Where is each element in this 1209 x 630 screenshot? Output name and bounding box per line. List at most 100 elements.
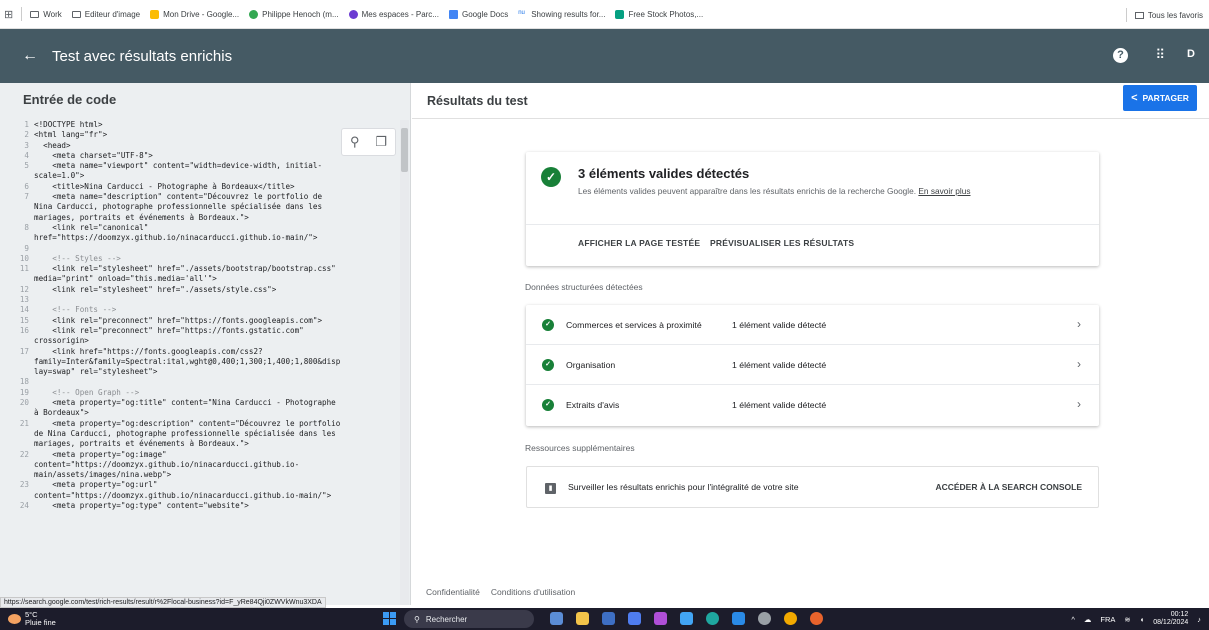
search-console-button[interactable]: ACCÉDER À LA SEARCH CONSOLE — [935, 482, 1082, 492]
line-number: 20 — [19, 398, 29, 408]
item-status: 1 élément valide détecté — [732, 360, 827, 370]
store-icon[interactable] — [602, 612, 615, 625]
app-icon[interactable] — [654, 612, 667, 625]
apps-grid-icon[interactable]: ⠿ — [1155, 47, 1165, 63]
vscode-icon[interactable] — [732, 612, 745, 625]
code-line: Nina Carducci, photographe professionnel… — [0, 202, 400, 212]
privacy-link[interactable]: Confidentialité — [426, 587, 480, 597]
code-line: 17 <link href="https://fonts.googleapis.… — [0, 347, 400, 357]
bookmark-image-editor[interactable]: Editeur d'image — [71, 10, 140, 19]
copy-icon[interactable]: ❐ — [375, 134, 387, 150]
status-url: https://search.google.com/test/rich-resu… — [0, 597, 326, 608]
help-icon[interactable]: ? — [1113, 48, 1128, 63]
notification-bell-icon[interactable]: ♪ — [1197, 615, 1201, 624]
bookmark-showing[interactable]: nu Showing results for... — [518, 10, 605, 19]
apps-grid-icon[interactable]: ⊞ — [4, 8, 13, 21]
item-name: Organisation — [566, 360, 616, 370]
code-editor[interactable]: 1 <!DOCTYPE html> 2 <html lang="fr"> 3 <head… — [0, 120, 400, 605]
weather-widget[interactable]: 5°C Pluie fine — [8, 611, 56, 627]
windows-start-icon[interactable] — [383, 612, 396, 625]
line-number: 19 — [19, 387, 29, 397]
code-text: <head> — [34, 140, 71, 150]
volume-icon[interactable]: ◖ — [1140, 615, 1145, 624]
clock[interactable]: 00:12 08/12/2024 — [1153, 611, 1188, 627]
item-status: 1 élément valide détecté — [732, 400, 827, 410]
code-line: 5 <meta name="viewport" content="width=d… — [0, 161, 400, 171]
code-text: <!DOCTYPE html> — [34, 120, 103, 129]
app-icon[interactable] — [628, 612, 641, 625]
code-line: 22 <meta property="og:image" — [0, 450, 400, 460]
back-arrow-icon[interactable]: ← — [22, 47, 42, 65]
line-number — [0, 429, 34, 439]
chevron-right-icon: › — [1077, 317, 1081, 331]
line-number — [0, 460, 34, 470]
taskbar-search[interactable]: ⚲ Rechercher — [404, 610, 534, 628]
line-number: 23 — [19, 480, 29, 490]
preview-results-button[interactable]: PRÉVISUALISER LES RÉSULTATS — [710, 238, 854, 248]
bookmark-docs[interactable]: Google Docs — [448, 9, 508, 19]
code-line: media="print" onload="this.media='all'"> — [0, 274, 400, 284]
share-icon: < — [1131, 92, 1138, 104]
wifi-icon[interactable]: ≋ — [1124, 615, 1130, 624]
chevron-up-icon[interactable]: ^ — [1071, 615, 1075, 624]
drive-icon — [150, 9, 160, 19]
bookmarks-bar: ⊞ Work Editeur d'image Mon Drive - Googl… — [0, 0, 1209, 29]
code-text: crossorigin> — [34, 336, 89, 346]
line-number: 15 — [19, 315, 29, 325]
settings-icon[interactable] — [758, 612, 771, 625]
code-line: 8 <link rel="canonical" — [0, 223, 400, 233]
code-line: 23 <meta property="og:url" — [0, 480, 400, 490]
firefox-icon[interactable] — [810, 612, 823, 625]
panel-title: Entrée de code — [23, 92, 117, 107]
list-item[interactable]: ✓ Organisation 1 élément valide détecté … — [526, 345, 1099, 385]
code-text: <!-- Fonts --> — [34, 305, 117, 315]
line-number — [0, 274, 34, 284]
code-text: <meta property="og:image" — [34, 449, 167, 459]
terms-link[interactable]: Conditions d'utilisation — [491, 587, 575, 597]
share-button[interactable]: < PARTAGER — [1123, 85, 1197, 111]
view-tested-page-button[interactable]: AFFICHER LA PAGE TESTÉE — [578, 238, 700, 248]
search-icon[interactable]: ⚲ — [350, 134, 360, 150]
line-number — [0, 408, 34, 418]
chrome-icon[interactable] — [784, 612, 797, 625]
code-text: <meta name="description" content="Découv… — [34, 192, 323, 202]
language-indicator[interactable]: FRA — [1100, 615, 1115, 624]
code-text: <link href="https://fonts.googleapis.com… — [34, 346, 263, 356]
code-text: content="https://doomzyx.github.io/ninac… — [34, 490, 332, 500]
bookmark-philippe[interactable]: Philippe Henoch (m... — [249, 9, 339, 19]
app-icon[interactable] — [680, 612, 693, 625]
list-item[interactable]: ✓ Extraits d'avis 1 élément valide détec… — [526, 385, 1099, 425]
line-number: 22 — [19, 449, 29, 459]
bookmark-work[interactable]: Work — [30, 10, 62, 19]
list-item[interactable]: ✓ Commerces et services à proximité 1 él… — [526, 305, 1099, 345]
parcours-icon — [348, 9, 358, 19]
chevron-right-icon: › — [1077, 357, 1081, 371]
code-text: <link rel="preconnect" href="https://fon… — [34, 325, 304, 335]
code-text: <link rel="canonical" — [34, 222, 149, 232]
code-text: à Bordeaux"> — [34, 408, 89, 418]
task-view-icon[interactable] — [550, 612, 563, 625]
code-line: 3 <head> — [0, 141, 400, 151]
all-bookmarks[interactable]: Tous les favoris — [1125, 8, 1203, 22]
bookmark-stock-photos[interactable]: Free Stock Photos,... — [615, 9, 703, 19]
learn-more-link[interactable]: En savoir plus — [918, 186, 970, 196]
edge-icon[interactable] — [706, 612, 719, 625]
line-number: 18 — [19, 377, 29, 387]
code-text: <meta property="og:title" content="Nina … — [34, 398, 336, 408]
file-explorer-icon[interactable] — [576, 612, 589, 625]
bookmark-espaces[interactable]: Mes espaces - Parc... — [348, 9, 439, 19]
avatar[interactable]: D — [1187, 48, 1195, 60]
line-number — [0, 439, 34, 449]
bookmark-drive[interactable]: Mon Drive - Google... — [150, 9, 239, 19]
line-number: 12 — [19, 284, 29, 294]
line-number — [0, 233, 34, 243]
code-line: main/assets/images/nina.webp"> — [0, 470, 400, 480]
code-line: 10 <!-- Styles --> — [0, 254, 400, 264]
cloud-icon[interactable]: ☁ — [1084, 615, 1092, 624]
scrollbar[interactable] — [400, 120, 409, 605]
line-number — [0, 491, 34, 501]
structured-data-label: Données structurées détectées — [525, 282, 643, 292]
app-header: ← Test avec résultats enrichis ? ⠿ D — [0, 29, 1209, 83]
scrollbar-thumb[interactable] — [401, 128, 408, 172]
code-text: <meta property="og:url" — [34, 480, 158, 490]
